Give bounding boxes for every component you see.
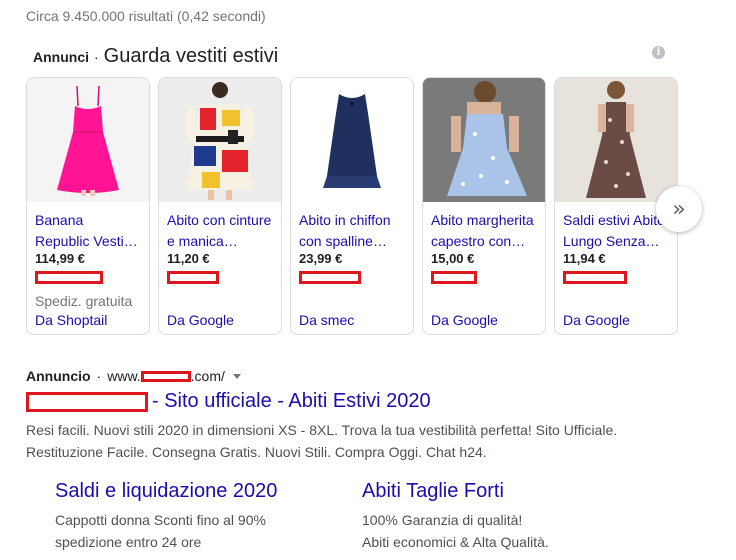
product-card[interactable]: Banana Republic Vesti… 114,99 € Spediz. …	[26, 77, 150, 335]
product-price: 11,94 €	[563, 251, 606, 266]
info-icon[interactable]: i	[652, 46, 665, 59]
seller-link[interactable]: Da Shoptail	[35, 312, 107, 328]
redaction-bar	[26, 391, 148, 412]
display-url: www. .com/	[107, 368, 225, 384]
product-title[interactable]: Abito margherita capestro con…	[431, 210, 539, 252]
shopping-ads-header: Annunci · Guarda vestiti estivi	[33, 45, 278, 68]
product-price: 15,00 €	[431, 251, 475, 266]
seller-link[interactable]: Da smec	[299, 312, 354, 328]
sitelink: Abiti Taglie Forti 100% Garanzia di qual…	[362, 480, 549, 553]
ad-label: Annuncio	[26, 368, 91, 384]
product-image[interactable]	[27, 78, 149, 202]
shipping-info: Spediz. gratuita	[35, 293, 133, 309]
shopping-ads-title: Guarda vestiti estivi	[103, 45, 279, 67]
product-price: 114,99 €	[35, 251, 85, 266]
product-price: 11,20 €	[167, 251, 210, 266]
product-image[interactable]	[159, 78, 281, 202]
ads-label: Annunci	[33, 49, 89, 65]
sitelink-description: 100% Garanzia di qualità!	[362, 512, 523, 528]
product-image[interactable]	[423, 78, 545, 202]
redaction-bar	[299, 271, 361, 284]
product-title[interactable]: Banana Republic Vesti…	[35, 210, 143, 252]
redaction-bar	[35, 271, 103, 284]
product-image[interactable]	[291, 78, 413, 202]
product-card[interactable]: Abito in chiffon con spalline… 23,99 € D…	[290, 77, 414, 335]
sitelink-description: spedizione entro 24 ore	[55, 534, 202, 550]
sitelink-description: Cappotti donna Sconti fino al 90%	[55, 512, 266, 528]
text-ad-header: Annuncio · www. .com/	[26, 368, 241, 384]
text-ad-title[interactable]: - Sito ufficiale - Abiti Estivi 2020	[26, 390, 431, 413]
separator-dot: ·	[96, 368, 102, 384]
product-title[interactable]: Abito con cinture e manica…	[167, 210, 275, 252]
redaction-bar	[167, 271, 219, 284]
results-stats: Circa 9.450.000 risultati (0,42 secondi)	[26, 8, 266, 24]
sitelink: Saldi e liquidazione 2020 Cappotti donna…	[55, 480, 277, 553]
redaction-bar	[431, 271, 477, 284]
separator-dot: ·	[94, 49, 99, 65]
chevron-down-icon[interactable]	[232, 373, 241, 379]
product-image[interactable]	[555, 78, 677, 202]
product-card[interactable]: Abito con cinture e manica… 11,20 € Da G…	[158, 77, 282, 335]
sitelink-title[interactable]: Saldi e liquidazione 2020	[55, 480, 277, 503]
seller-link[interactable]: Da Google	[167, 312, 234, 328]
seller-link[interactable]: Da Google	[431, 312, 498, 328]
product-title[interactable]: Abito in chiffon con spalline…	[299, 210, 407, 252]
chevron-right-icon: »	[672, 196, 686, 222]
redaction-bar	[140, 370, 191, 382]
product-card[interactable]: Abito margherita capestro con… 15,00 € D…	[422, 77, 546, 335]
redaction-bar	[563, 271, 627, 284]
sitelink-title[interactable]: Abiti Taglie Forti	[362, 480, 549, 503]
product-title[interactable]: Saldi estivi Abito Lungo Senza…	[563, 210, 671, 252]
product-carousel: Banana Republic Vesti… 114,99 € Spediz. …	[26, 77, 686, 335]
text-ad-description: Resi facili. Nuovi stili 2020 in dimensi…	[26, 422, 618, 460]
seller-link[interactable]: Da Google	[563, 312, 630, 328]
carousel-next-button[interactable]: »	[656, 186, 702, 232]
sitelink-description: Abiti economici & Alta Qualità.	[362, 534, 549, 550]
product-price: 23,99 €	[299, 251, 343, 266]
